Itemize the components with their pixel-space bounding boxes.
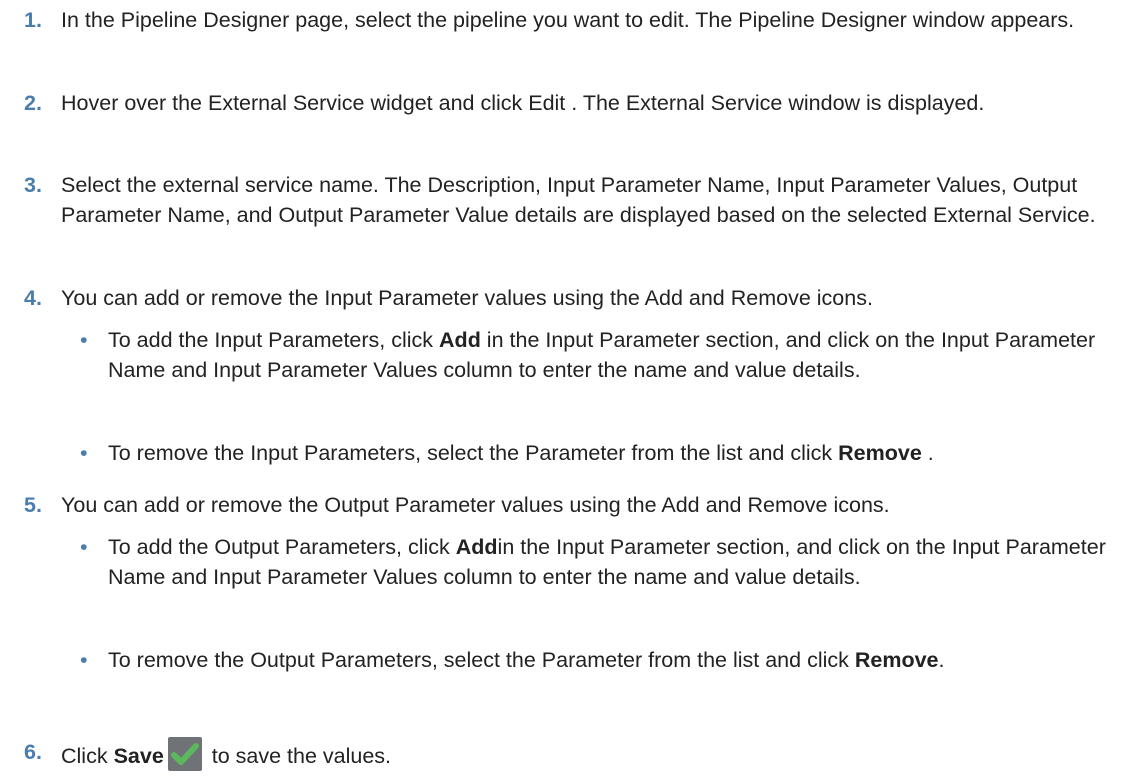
step-number: 5. — [24, 493, 42, 517]
step-text: You can add or remove the Output Paramet… — [61, 493, 890, 517]
step-text: Select the external service name. The De… — [61, 173, 1096, 227]
bullet-text: To add the Input Parameters, click Add i… — [108, 328, 1096, 382]
bullet-text: To remove the Input Parameters, select t… — [108, 441, 934, 465]
step-text: Click Save to save the values. — [61, 737, 1131, 771]
bullet-text: To add the Output Parameters, click Addi… — [108, 535, 1106, 589]
step-number: 6. — [24, 740, 42, 764]
bullet-icon: • — [80, 535, 88, 559]
step-text: You can add or remove the Input Paramete… — [61, 286, 873, 310]
bullet-text: To remove the Output Parameters, select … — [108, 648, 945, 672]
step-number: 4. — [24, 286, 42, 310]
bullet-icon: • — [80, 328, 88, 352]
step-text: Hover over the External Service widget a… — [61, 91, 985, 115]
save-checkmark-icon — [167, 737, 202, 771]
step-number: 1. — [24, 8, 42, 32]
bullet-icon: • — [80, 441, 88, 465]
bullet-icon: • — [80, 648, 88, 672]
procedure-document: 1. In the Pipeline Designer page, select… — [0, 0, 1142, 775]
step-text: In the Pipeline Designer page, select th… — [61, 8, 1075, 32]
step-number: 3. — [24, 173, 42, 197]
step-number: 2. — [24, 91, 42, 115]
